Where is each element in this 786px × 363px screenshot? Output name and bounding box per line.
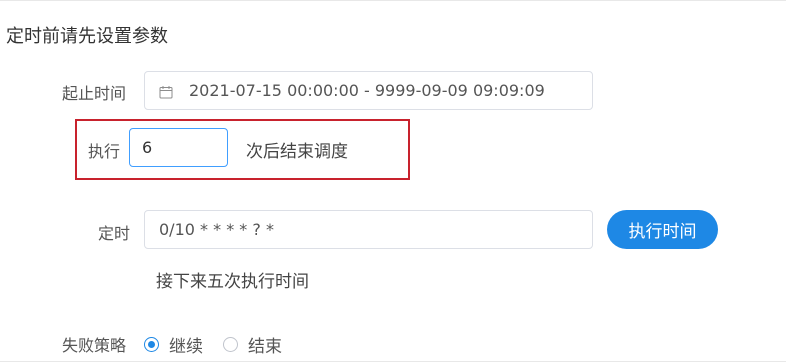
date-range-picker[interactable]: 2021-07-15 00:00:00 - 9999-09-09 09:09:0… [144,71,593,110]
radio-continue[interactable]: 继续 [144,332,203,357]
bottom-divider [0,361,786,362]
radio-end-circle[interactable] [223,337,238,352]
schedule-label: 定时 [98,224,131,243]
range-label: 起止时间 [62,84,127,103]
section-title: 定时前请先设置参数 [6,26,168,47]
failure-strategy-label: 失败策略 [62,336,127,355]
date-range-value: 2021-07-15 00:00:00 - 9999-09-09 09:09:0… [189,81,545,100]
execution-time-button[interactable]: 执行时间 [607,210,718,249]
cron-input[interactable]: 0/10 * * * * ? * [144,210,593,249]
radio-continue-label[interactable]: 继续 [169,332,203,357]
execute-suffix: 次后结束调度 [246,142,348,162]
radio-continue-circle[interactable] [144,337,159,352]
next-five-times-label: 接下来五次执行时间 [156,272,309,292]
calendar-icon [159,84,173,98]
radio-end[interactable]: 结束 [223,332,282,357]
top-divider [0,0,786,1]
execute-count-input[interactable]: 6 [129,128,228,167]
radio-end-label[interactable]: 结束 [248,332,282,357]
cron-value: 0/10 * * * * ? * [159,220,274,239]
highlight-frame [75,119,410,180]
execute-label: 执行 [88,142,121,161]
